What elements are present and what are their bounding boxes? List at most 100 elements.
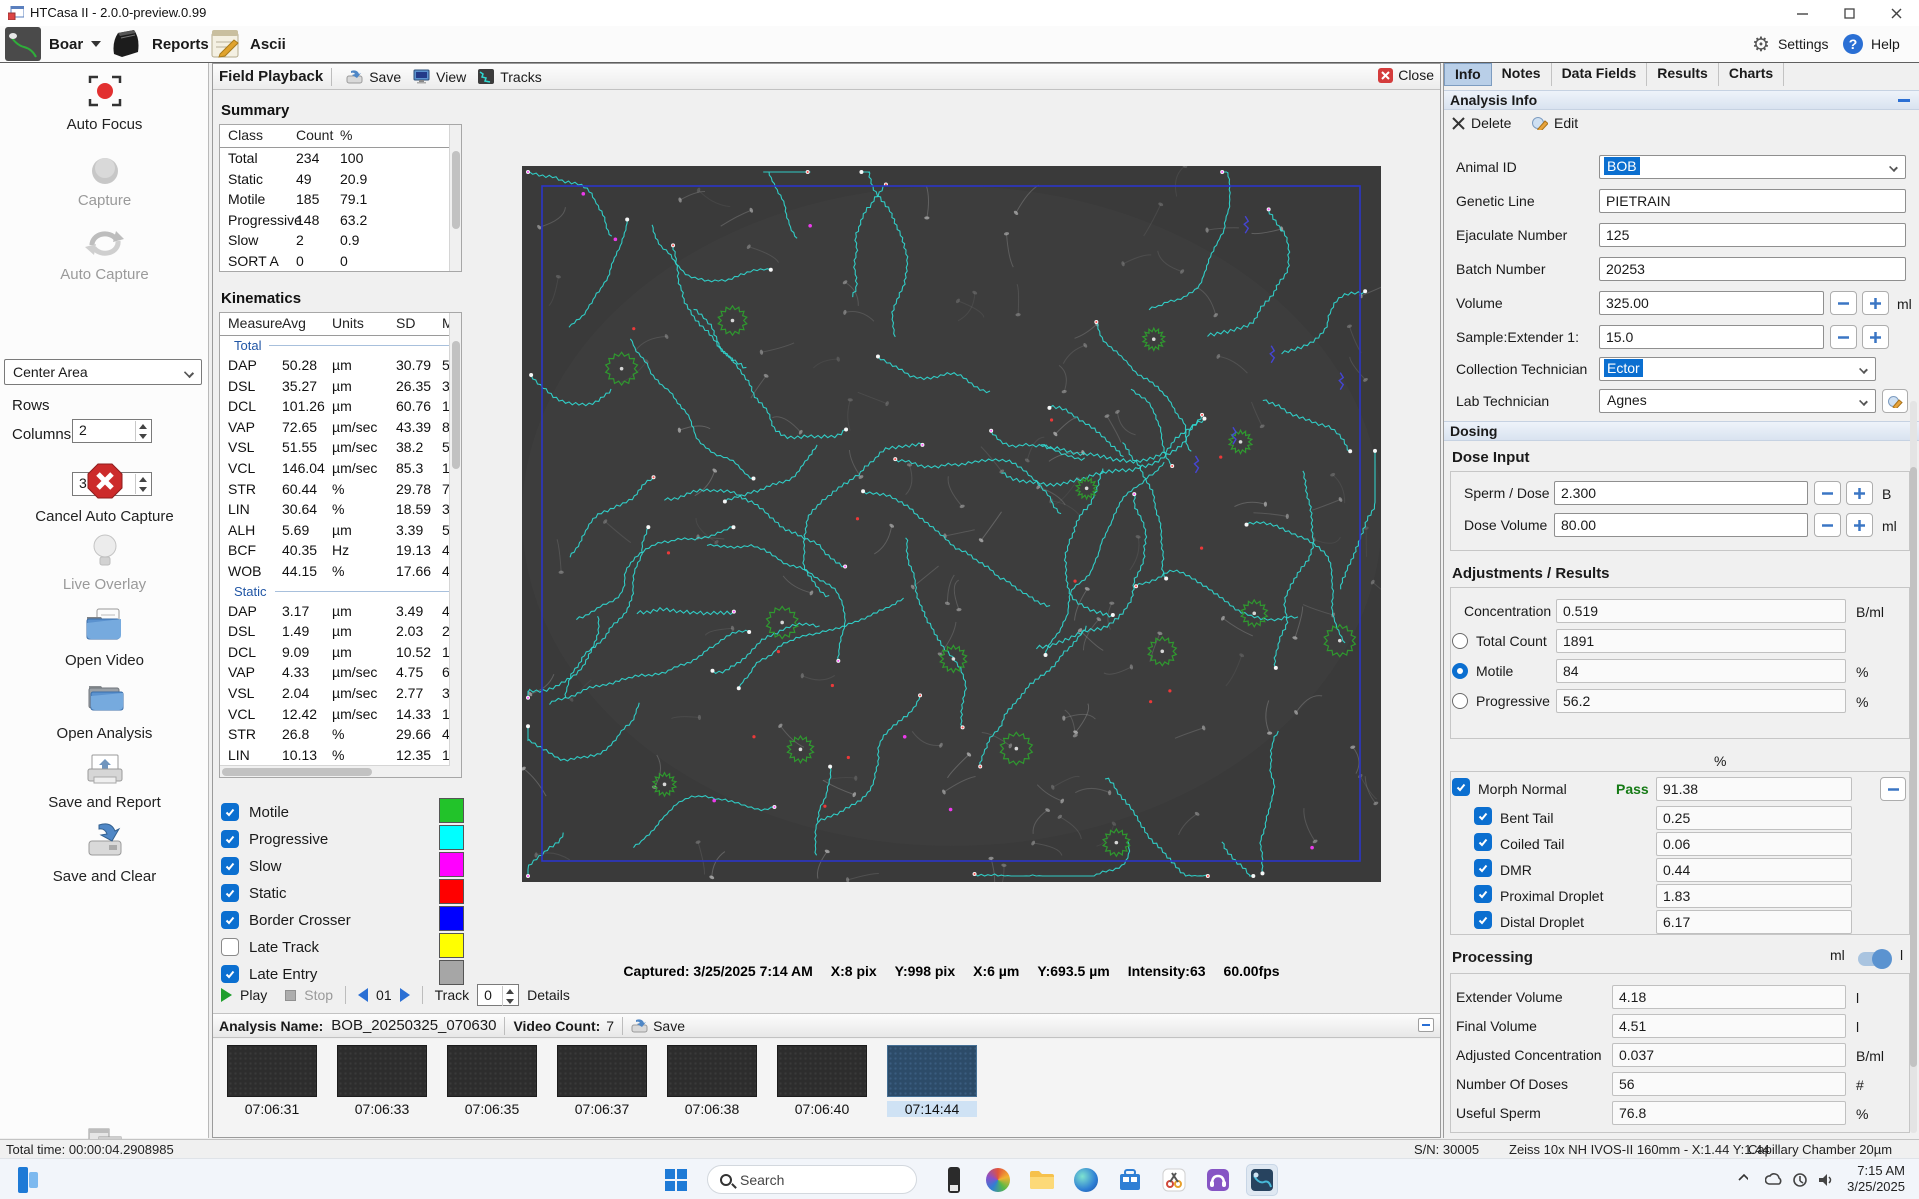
concentration-field[interactable]: 0.519: [1556, 599, 1846, 623]
auto-focus-button[interactable]: Auto Focus: [0, 71, 209, 133]
coiled-tail-checkbox[interactable]: [1474, 833, 1492, 851]
kinematics-row[interactable]: VAP4.33µm/sec4.756: [220, 662, 461, 683]
video-thumbnail[interactable]: [227, 1045, 317, 1097]
kinematics-row[interactable]: DCL101.26µm60.761: [220, 396, 461, 417]
taskbar-file-explorer[interactable]: [1026, 1164, 1058, 1196]
close-window-button[interactable]: [1876, 0, 1916, 26]
kinematics-row[interactable]: DAP3.17µm3.494: [220, 601, 461, 622]
kinematics-row[interactable]: DSL35.27µm26.353: [220, 376, 461, 397]
kinematics-row[interactable]: VSL2.04µm/sec2.773: [220, 683, 461, 704]
tray-expand-icon[interactable]: [1738, 1173, 1748, 1183]
progressive-radio[interactable]: [1452, 693, 1468, 709]
kinematics-row[interactable]: DAP50.28µm30.795: [220, 355, 461, 376]
kinematics-row[interactable]: LIN30.64%18.593: [220, 499, 461, 520]
morph-normal-checkbox[interactable]: [1452, 778, 1470, 796]
tray-icon-3[interactable]: [1814, 1164, 1838, 1196]
extender-volume-field[interactable]: 4.18: [1612, 985, 1846, 1009]
motile-radio[interactable]: [1452, 663, 1468, 679]
save-field-button[interactable]: Save: [340, 69, 407, 85]
sperm-dose-decrement-button[interactable]: [1814, 481, 1841, 505]
distal-droplet-field[interactable]: 6.17: [1656, 910, 1852, 934]
play-icon[interactable]: [221, 988, 232, 1002]
video-thumbnail[interactable]: [667, 1045, 757, 1097]
boar-menu-button[interactable]: Boar: [5, 26, 101, 62]
maximize-button[interactable]: [1829, 0, 1869, 26]
taskbar-snipping-tool[interactable]: [1158, 1164, 1190, 1196]
next-frame-icon[interactable]: [400, 988, 410, 1002]
checkbox[interactable]: [221, 884, 239, 902]
save-icon[interactable]: [631, 1018, 648, 1033]
video-thumbnail[interactable]: [777, 1045, 867, 1097]
kinematics-row[interactable]: LIN10.13%12.351: [220, 745, 461, 766]
dmr-field[interactable]: 0.44: [1656, 858, 1852, 882]
summary-row[interactable]: Slow20.9: [220, 230, 461, 251]
tray-icon-2[interactable]: [1788, 1164, 1812, 1196]
edit-button[interactable]: Edit: [1532, 115, 1578, 131]
proximal-droplet-field[interactable]: 1.83: [1656, 884, 1852, 908]
help-button[interactable]: ? Help: [1843, 26, 1900, 62]
dose-volume-increment-button[interactable]: [1846, 513, 1873, 537]
checkbox[interactable]: [221, 803, 239, 821]
kinematics-row[interactable]: VSL51.55µm/sec38.25: [220, 437, 461, 458]
close-field-button[interactable]: Close: [1378, 67, 1434, 83]
live-overlay-button[interactable]: Live Overlay: [0, 531, 209, 593]
stepper-arrows-icon[interactable]: [502, 986, 517, 1006]
checkbox[interactable]: [221, 830, 239, 848]
collapse-strip-button[interactable]: [1418, 1018, 1434, 1032]
details-label[interactable]: Details: [527, 987, 570, 1003]
motile-field[interactable]: 84: [1556, 659, 1846, 683]
unit-toggle[interactable]: [1858, 952, 1890, 966]
adjusted-concentration-field[interactable]: 0.037: [1612, 1043, 1846, 1067]
taskbar-store[interactable]: [1114, 1164, 1146, 1196]
capture-button[interactable]: Capture: [0, 155, 209, 209]
kinematics-row[interactable]: STR60.44%29.787: [220, 479, 461, 500]
tracks-button[interactable]: Tracks: [472, 69, 547, 85]
capture-area-select[interactable]: Center Area: [4, 359, 202, 385]
start-button[interactable]: [660, 1164, 692, 1196]
proximal-droplet-checkbox[interactable]: [1474, 885, 1492, 903]
useful-sperm-field[interactable]: 76.8: [1612, 1101, 1846, 1125]
extender-increment-button[interactable]: [1862, 325, 1889, 349]
tab-results[interactable]: Results: [1647, 63, 1719, 86]
taskbar-app-1[interactable]: [938, 1164, 970, 1196]
tab-info[interactable]: Info: [1444, 63, 1492, 86]
sample-extender-field[interactable]: 15.0: [1599, 325, 1824, 349]
summary-row[interactable]: Total234100: [220, 148, 461, 169]
rows-stepper[interactable]: 2: [72, 419, 152, 443]
taskbar-widgets-icon[interactable]: [12, 1164, 44, 1196]
legend-item-motile[interactable]: Motile: [221, 800, 461, 824]
kinematics-row[interactable]: ALH5.69µm3.395: [220, 520, 461, 541]
save-analysis-label[interactable]: Save: [653, 1018, 685, 1034]
dosing-header[interactable]: Dosing: [1444, 421, 1919, 441]
legend-item-late-entry[interactable]: Late Entry: [221, 962, 461, 986]
batch-number-field[interactable]: 20253: [1599, 257, 1906, 281]
reports-menu-button[interactable]: Reports: [108, 26, 209, 62]
minimize-button[interactable]: [1782, 0, 1822, 26]
taskbar-app-2[interactable]: [982, 1164, 1014, 1196]
summary-row[interactable]: Motile18579.1: [220, 189, 461, 210]
kinematics-row[interactable]: STR26.8%29.664: [220, 724, 461, 745]
genetic-line-field[interactable]: PIETRAIN: [1599, 189, 1906, 213]
video-thumbnail[interactable]: [447, 1045, 537, 1097]
checkbox[interactable]: [221, 911, 239, 929]
sperm-per-dose-field[interactable]: 2.300: [1554, 481, 1808, 505]
collection-technician-select[interactable]: Ector: [1599, 357, 1876, 381]
dose-volume-decrement-button[interactable]: [1814, 513, 1841, 537]
checkbox[interactable]: [221, 965, 239, 983]
taskbar-edge[interactable]: [1070, 1164, 1102, 1196]
panel-scrollbar[interactable]: [1910, 401, 1917, 1133]
animal-id-select[interactable]: BOB: [1599, 155, 1906, 179]
kinematics-row[interactable]: WOB44.15%17.664: [220, 561, 461, 582]
bent-tail-field[interactable]: 0.25: [1656, 806, 1852, 830]
legend-item-progressive[interactable]: Progressive: [221, 827, 461, 851]
ascii-menu-button[interactable]: Ascii: [208, 26, 286, 62]
dmr-checkbox[interactable]: [1474, 859, 1492, 877]
distal-droplet-checkbox[interactable]: [1474, 911, 1492, 929]
legend-item-border-crosser[interactable]: Border Crosser: [221, 908, 461, 932]
edit-technicians-button[interactable]: [1882, 389, 1908, 413]
final-volume-field[interactable]: 4.51: [1612, 1014, 1846, 1038]
legend-item-late-track[interactable]: Late Track: [221, 935, 461, 959]
delete-button[interactable]: Delete: [1452, 115, 1511, 131]
tray-icon-1[interactable]: [1762, 1164, 1786, 1196]
video-thumbnail[interactable]: [337, 1045, 427, 1097]
